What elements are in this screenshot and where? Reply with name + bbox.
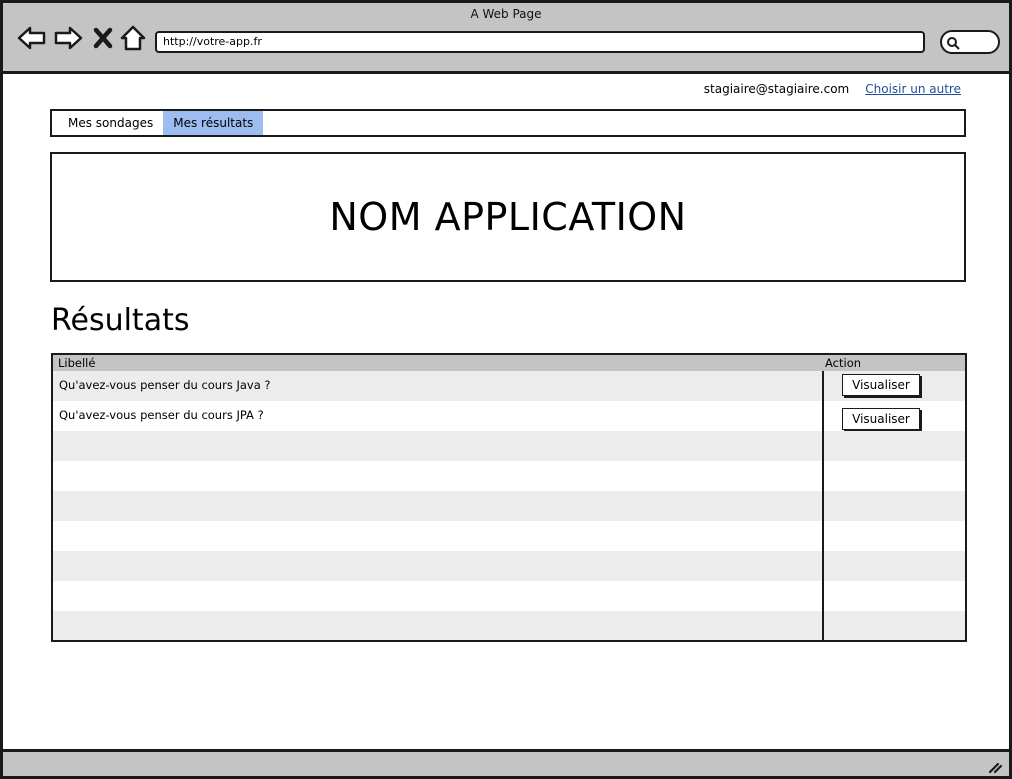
- table-row: Qu'avez-vous penser du cours JPA ? Visua…: [53, 401, 965, 431]
- home-icon[interactable]: [119, 23, 147, 53]
- search-field[interactable]: [940, 30, 1000, 54]
- search-icon: [947, 37, 960, 50]
- url-bar[interactable]: http://votre-app.fr: [155, 31, 925, 53]
- table-row-empty: [53, 461, 965, 491]
- table-row-empty: [53, 431, 965, 461]
- table-row: Qu'avez-vous penser du cours Java ? Visu…: [53, 371, 965, 401]
- table-row-empty: [53, 551, 965, 581]
- table-row-empty: [53, 521, 965, 551]
- switch-user-link[interactable]: Choisir un autre: [865, 82, 961, 96]
- column-header-label: Libellé: [58, 356, 96, 370]
- page-title: Résultats: [51, 303, 190, 338]
- user-email: stagiaire@stagiaire.com: [703, 82, 850, 96]
- app-name: NOM APPLICATION: [329, 195, 687, 239]
- column-divider: [822, 371, 824, 640]
- tab-mes-sondages[interactable]: Mes sondages: [52, 111, 163, 135]
- window-title: A Web Page: [470, 7, 542, 21]
- user-bar: stagiaire@stagiaire.com Choisir un autre: [704, 82, 961, 96]
- resize-grip-icon[interactable]: [987, 758, 1003, 774]
- app-banner: NOM APPLICATION: [50, 152, 966, 282]
- table-row-empty: [53, 491, 965, 521]
- browser-chrome: A Web Page http://votre-app.fr: [3, 3, 1009, 74]
- browser-window: A Web Page http://votre-app.fr stagiaire…: [0, 0, 1012, 779]
- tab-bar: Mes sondages Mes résultats: [50, 109, 966, 137]
- status-bar: [3, 749, 1009, 776]
- row-label: Qu'avez-vous penser du cours JPA ?: [59, 408, 264, 422]
- back-arrow-icon[interactable]: [17, 23, 47, 53]
- forward-arrow-icon[interactable]: [53, 23, 83, 53]
- visualiser-button[interactable]: Visualiser: [842, 374, 920, 396]
- table-row-empty: [53, 581, 965, 611]
- table-row-empty: [53, 611, 965, 640]
- table-header: Libellé Action: [53, 355, 965, 371]
- visualiser-button[interactable]: Visualiser: [842, 408, 920, 430]
- results-table: Libellé Action Qu'avez-vous penser du co…: [51, 353, 967, 642]
- tab-mes-resultats[interactable]: Mes résultats: [163, 111, 264, 135]
- row-label: Qu'avez-vous penser du cours Java ?: [59, 378, 271, 392]
- close-icon[interactable]: [91, 23, 115, 53]
- column-header-action: Action: [825, 356, 862, 370]
